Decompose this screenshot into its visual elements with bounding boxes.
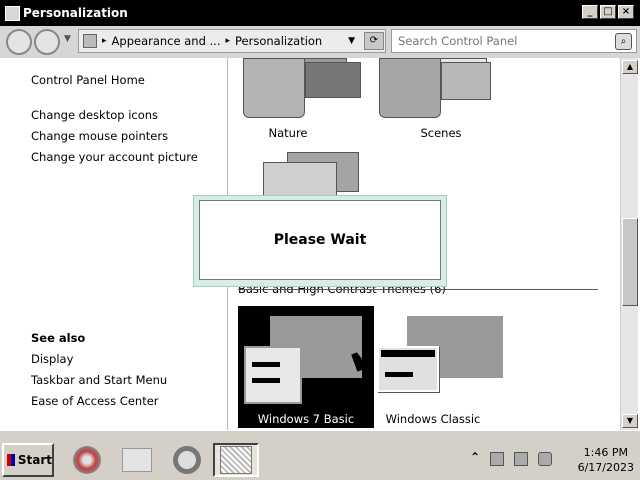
link-change-account-picture[interactable]: Change your account picture — [31, 150, 198, 164]
breadcrumb-separator-icon[interactable]: ▸ — [226, 36, 231, 46]
nature-preview-front — [243, 58, 305, 118]
basic-preview-bar — [252, 378, 280, 383]
theme-label-scenes: Scenes — [420, 126, 462, 140]
scenes-preview-mid — [441, 62, 491, 100]
scroll-up-icon[interactable]: ▲ — [622, 60, 638, 74]
taskbar-browser-button[interactable] — [164, 443, 210, 477]
volume-icon[interactable] — [538, 452, 552, 466]
basic-preview-bar — [252, 362, 280, 367]
basic-preview-window — [244, 346, 302, 404]
link-taskbar-start-menu[interactable]: Taskbar and Start Menu — [31, 373, 167, 387]
windows-logo-icon — [7, 454, 15, 466]
scenes-preview-front — [379, 58, 441, 118]
forward-button[interactable] — [34, 29, 60, 55]
link-control-panel-home[interactable]: Control Panel Home — [31, 73, 145, 87]
search-box[interactable]: ⌕ — [391, 29, 637, 53]
clock[interactable]: 1:46 PM 6/17/2023 — [578, 445, 634, 475]
address-box[interactable]: ▸ Appearance and ... ▸ Personalization ▼ — [78, 29, 386, 53]
classic-preview-titlebar — [381, 350, 435, 357]
title-bar: Personalization _ □ × — [0, 0, 640, 26]
minimize-button[interactable]: _ — [582, 5, 598, 19]
taskbar-control-panel-button[interactable] — [213, 443, 259, 477]
link-ease-of-access[interactable]: Ease of Access Center — [31, 394, 159, 408]
scroll-thumb[interactable] — [622, 218, 638, 306]
please-wait-dialog: Please Wait — [199, 200, 441, 280]
taskbar: Start ⌃ 1:46 PM 6/17/2023 — [0, 430, 640, 480]
clock-time: 1:46 PM — [583, 446, 628, 459]
link-display[interactable]: Display — [31, 352, 73, 366]
action-center-icon[interactable] — [490, 452, 504, 466]
link-change-mouse-pointers[interactable]: Change mouse pointers — [31, 129, 168, 143]
network-icon[interactable] — [514, 452, 528, 466]
recent-pages-dropdown[interactable]: ▼ — [64, 34, 71, 44]
taskbar-media-player-button[interactable] — [64, 443, 110, 477]
breadcrumb-separator-icon[interactable]: ▸ — [102, 36, 107, 46]
browser-icon — [173, 446, 201, 474]
maximize-button[interactable]: □ — [600, 5, 616, 19]
theme-label-windows-7-basic: Windows 7 Basic — [257, 412, 355, 426]
link-change-desktop-icons[interactable]: Change desktop icons — [31, 108, 158, 122]
start-label: Start — [17, 453, 52, 467]
search-icon[interactable]: ⌕ — [615, 33, 632, 50]
notification-area: ⌃ 1:46 PM 6/17/2023 — [466, 443, 638, 477]
section-divider — [238, 289, 598, 290]
control-panel-taskbar-icon — [220, 446, 252, 474]
breadcrumb-personalization[interactable]: Personalization — [235, 34, 322, 48]
window-controls: _ □ × — [582, 5, 634, 19]
back-button[interactable] — [6, 29, 32, 55]
address-dropdown-icon[interactable]: ▼ — [348, 36, 355, 46]
theme-scenes[interactable]: Scenes — [375, 58, 505, 142]
nature-preview-mid — [305, 62, 361, 98]
breadcrumb-appearance[interactable]: Appearance and ... — [112, 34, 221, 48]
close-button[interactable]: × — [618, 5, 634, 19]
vertical-scrollbar[interactable]: ▲ ▼ — [620, 58, 638, 430]
address-toolbar: ▼ ▸ Appearance and ... ▸ Personalization… — [0, 26, 640, 58]
theme-windows-classic[interactable]: Windows Classic — [377, 306, 517, 428]
see-also-heading: See also — [31, 331, 86, 345]
classic-preview-bar — [385, 372, 413, 377]
theme-label-nature: Nature — [268, 126, 308, 140]
start-button[interactable]: Start — [2, 443, 54, 477]
taskbar-explorer-button[interactable] — [114, 443, 160, 477]
scroll-down-icon[interactable]: ▼ — [622, 414, 638, 428]
theme-nature[interactable]: Nature — [239, 58, 369, 142]
control-panel-crumb-icon — [83, 34, 97, 48]
control-panel-icon — [5, 5, 20, 21]
window-title: Personalization — [23, 6, 128, 20]
dialog-message: Please Wait — [273, 232, 367, 248]
clock-date: 6/17/2023 — [577, 461, 634, 474]
search-input[interactable] — [398, 30, 608, 52]
folder-icon — [122, 448, 152, 472]
media-player-icon — [73, 446, 101, 474]
theme-windows-7-basic[interactable]: Windows 7 Basic — [238, 306, 374, 428]
show-hidden-icons-icon[interactable]: ⌃ — [470, 450, 480, 464]
refresh-button[interactable]: ⟳ — [364, 32, 384, 50]
theme-label-windows-classic: Windows Classic — [385, 412, 481, 426]
